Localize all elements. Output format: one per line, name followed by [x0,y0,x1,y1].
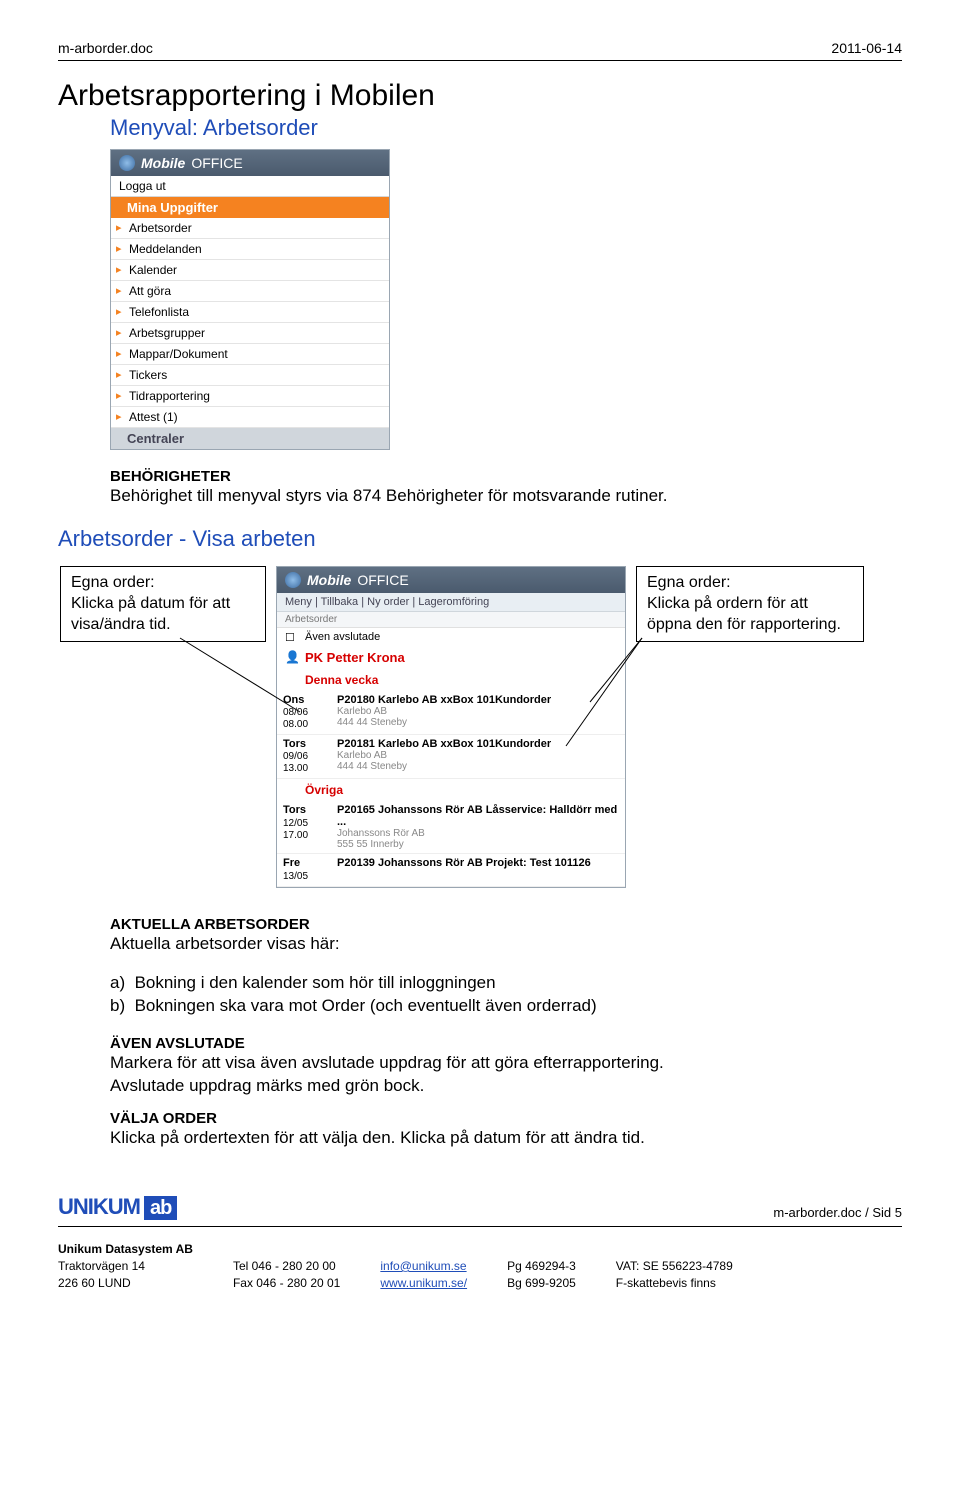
menu-section-mina: Mina Uppgifter [111,197,389,218]
footer-bg: Bg 699-9205 [507,1275,576,1292]
day: Tors [283,738,306,750]
loggaut-link[interactable]: Logga ut [111,176,389,197]
order-title: P20180 Karlebo AB xxBox 101Kundorder [337,694,619,706]
order-title: P20181 Karlebo AB xxBox 101Kundorder [337,738,619,750]
menu-item[interactable]: Arbetsgrupper [111,323,389,344]
menu-item[interactable]: Mappar/Dokument [111,344,389,365]
menu-item[interactable]: Tidrapportering [111,386,389,407]
brand-office: OFFICE [357,572,408,588]
sub-arbetsorder: Arbetsorder [277,612,625,628]
menu-item[interactable]: Telefonlista [111,302,389,323]
menu-item[interactable]: Kalender [111,260,389,281]
header-rule [58,60,902,61]
aktuella-heading: AKTUELLA ARBETSORDER [110,916,902,933]
footer-fskatt: F-skattebevis finns [616,1275,733,1292]
brand-mobile: Mobile [307,572,351,588]
mobile-screenshot-menu: Mobile OFFICE Logga ut Mina Uppgifter Ar… [110,149,390,450]
footer-vat: VAT: SE 556223-4789 [616,1258,733,1275]
globe-icon [285,572,301,588]
aktuella-text: Aktuella arbetsorder visas här: [110,933,902,956]
footer-tel: Tel 046 - 280 20 00 [233,1258,340,1275]
brand-office: OFFICE [191,155,242,171]
menu-section-centraler: Centraler [111,428,389,449]
page-title: Arbetsrapportering i Mobilen [58,79,902,113]
aven-avslutade-heading: ÄVEN AVSLUTADE [110,1035,902,1052]
menu-item[interactable]: Arbetsorder [111,218,389,239]
checkbox-icon[interactable]: ☐ [285,631,295,644]
order-company: Johanssons Rör AB [337,828,619,839]
unikum-logo: UNIKUMab [58,1194,177,1220]
callout-left: Egna order: Klicka på datum för att visa… [60,566,266,642]
aven-avslutade-label[interactable]: Även avslutade [305,631,380,643]
user-name: PK Petter Krona [277,646,625,669]
date: 12/05 [283,818,308,829]
header-date: 2011-06-14 [831,40,902,56]
aven-avslutade-text2: Avslutade uppdrag märks med grön bock. [110,1075,902,1098]
mobile-screenshot-orders: Mobile OFFICE Meny | Tillbaka | Ny order… [276,566,626,888]
page-sid: m-arborder.doc / Sid 5 [773,1205,902,1220]
subtitle-menyval: Menyval: Arbetsorder [110,115,902,141]
order-row[interactable]: Tors09/0613.00 P20181 Karlebo AB xxBox 1… [277,735,625,779]
behorigheter-text: Behörighet till menyval styrs via 874 Be… [110,485,902,508]
footer-email-link[interactable]: info@unikum.se [380,1259,466,1273]
time: 13.00 [283,763,308,774]
date: 13/05 [283,871,308,882]
order-row[interactable]: Tors 12/0517.00 P20165 Johanssons Rör AB … [277,801,625,854]
order-row[interactable]: Fre 13/05 P20139 Johanssons Rör AB Projek… [277,854,625,886]
menu-item[interactable]: Meddelanden [111,239,389,260]
section-ovriga: Övriga [277,779,625,801]
order-title: P20139 Johanssons Rör AB Projekt: Test 1… [337,857,619,869]
order-postal: 555 55 Innerby [337,839,619,850]
day: Tors [283,804,306,816]
menu-item[interactable]: Tickers [111,365,389,386]
list-item-a: a) Bokning i den kalender som hör till i… [132,972,902,995]
footer-addr1: Traktorvägen 14 [58,1258,193,1275]
section-denna-vecka: Denna vecka [277,669,625,691]
footer-addr2: 226 60 LUND [58,1275,193,1292]
order-row[interactable]: Ons08/0608.00 P20180 Karlebo AB xxBox 10… [277,691,625,735]
valja-order-text: Klicka på ordertexten för att välja den.… [110,1127,902,1150]
behorigheter-heading: BEHÖRIGHETER [110,468,902,485]
callout-right: Egna order: Klicka på ordern för att öpp… [636,566,864,642]
footer-company: Unikum Datasystem AB [58,1241,193,1258]
day: Ons [283,694,304,706]
order-postal: 444 44 Steneby [337,761,619,772]
globe-icon [119,155,135,171]
list-item-b: b) Bokningen ska vara mot Order (och eve… [132,995,902,1018]
valja-order-heading: VÄLJA ORDER [110,1110,902,1127]
footer-fax: Fax 046 - 280 20 01 [233,1275,340,1292]
aven-avslutade-text1: Markera för att visa även avslutade uppd… [110,1052,902,1075]
time: 17.00 [283,830,308,841]
order-postal: 444 44 Steneby [337,717,619,728]
footer-web-link[interactable]: www.unikum.se/ [380,1276,467,1290]
time: 08.00 [283,719,308,730]
date: 09/06 [283,751,308,762]
order-company: Karlebo AB [337,750,619,761]
header-docname: m-arborder.doc [58,40,153,56]
order-company: Karlebo AB [337,706,619,717]
visa-arbeten-heading: Arbetsorder - Visa arbeten [58,526,902,552]
footer-rule [58,1226,902,1227]
menu-item[interactable]: Att göra [111,281,389,302]
date: 08/06 [283,707,308,718]
footer-pg: Pg 469294-3 [507,1258,576,1275]
brand-mobile: Mobile [141,155,185,171]
breadcrumb-nav[interactable]: Meny | Tillbaka | Ny order | Lageromföri… [277,593,625,612]
day: Fre [283,857,300,869]
order-title: P20165 Johanssons Rör AB Låsservice: Hal… [337,804,619,828]
menu-item[interactable]: Attest (1) [111,407,389,428]
